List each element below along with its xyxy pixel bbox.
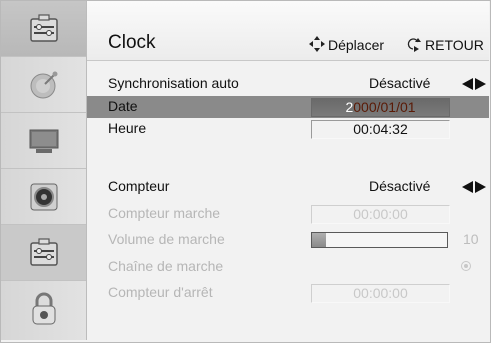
compteur-label: Compteur (108, 178, 170, 194)
lock-icon (32, 292, 55, 324)
date-value: 000/01/01 (353, 99, 416, 115)
move-hint: Déplacer (328, 37, 385, 53)
row-compteur-marche: Compteur marche 00:00:00 (87, 203, 489, 225)
left-right-arrows-icon[interactable] (462, 78, 486, 90)
back-hint: RETOUR (425, 37, 484, 53)
satellite-dish-icon (30, 71, 57, 98)
row-synchronisation-auto[interactable]: Synchronisation auto Désactivé (87, 73, 489, 95)
setup-icon (29, 237, 58, 266)
speaker-icon (30, 183, 57, 210)
volume-value: 10 (463, 231, 479, 247)
compteur-arret-label: Compteur d'arrêt (108, 284, 213, 300)
sidebar-item-sound[interactable] (1, 169, 86, 225)
volume-slider-fill (312, 233, 326, 247)
date-field[interactable]: 2000/01/01 (311, 98, 450, 117)
compteur-arret-field: 00:00:00 (311, 284, 450, 303)
synchronisation-auto-value: Désactivé (369, 75, 431, 91)
compteur-marche-field: 00:00:00 (311, 205, 450, 224)
move-arrows-icon (309, 36, 325, 52)
sidebar (1, 1, 87, 340)
chaine-de-marche-label: Chaîne de marche (108, 258, 224, 274)
left-right-arrows-icon[interactable] (462, 181, 486, 193)
monitor-icon (29, 129, 58, 153)
header: Clock Déplacer RETOUR (87, 1, 489, 61)
setup-icon (29, 13, 58, 42)
heure-label: Heure (108, 120, 147, 136)
sidebar-item-lock[interactable] (1, 281, 86, 336)
page-title: Clock (108, 32, 156, 53)
row-compteur[interactable]: Compteur Désactivé (87, 176, 489, 198)
sidebar-item-channel[interactable] (1, 57, 86, 113)
volume-de-marche-label: Volume de marche (108, 231, 225, 247)
row-compteur-arret: Compteur d'arrêt 00:00:00 (87, 282, 489, 304)
date-label: Date (108, 98, 138, 114)
sidebar-item-picture[interactable] (1, 113, 86, 169)
synchronisation-auto-label: Synchronisation auto (108, 75, 239, 91)
return-icon (407, 38, 421, 52)
volume-slider (311, 232, 448, 248)
row-date[interactable]: Date 2000/01/01 (87, 96, 489, 118)
row-heure[interactable]: Heure 00:04:32 (87, 118, 489, 140)
row-chaine-de-marche: Chaîne de marche (87, 256, 489, 278)
heure-field[interactable]: 00:04:32 (311, 120, 450, 139)
row-volume-de-marche: Volume de marche 10 (87, 229, 489, 251)
compteur-value: Désactivé (369, 178, 431, 194)
sidebar-item-setup[interactable] (1, 1, 86, 57)
sidebar-item-setup-active[interactable] (1, 225, 86, 281)
compteur-marche-label: Compteur marche (108, 205, 221, 221)
chaine-radio-icon (461, 261, 471, 271)
